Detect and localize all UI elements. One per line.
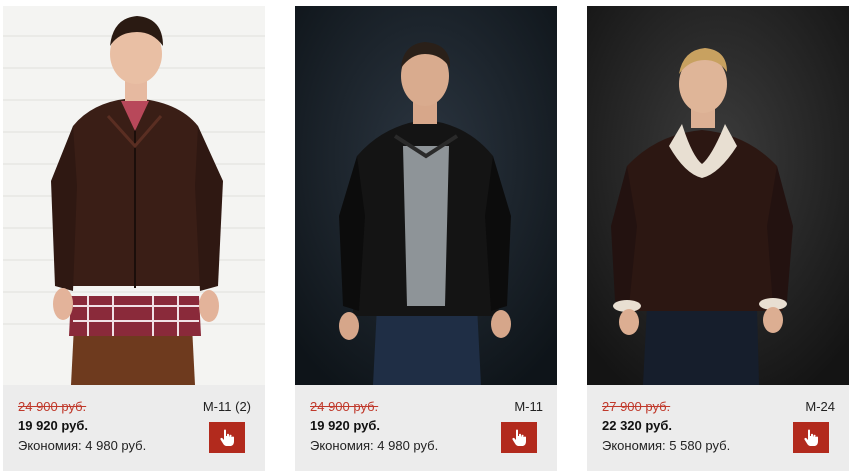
- buy-button[interactable]: [209, 422, 245, 453]
- hand-pointer-icon: [804, 429, 819, 446]
- product-sku: M-11 (2): [202, 399, 251, 414]
- product-photo[interactable]: [587, 6, 849, 385]
- savings-text: Экономия: 5 580 руб.: [602, 438, 731, 453]
- new-price: 22 320 руб.: [602, 418, 673, 433]
- product-info: 24 900 руб. M-11 (2) 19 920 руб. Экономи…: [3, 385, 265, 471]
- new-price: 19 920 руб.: [18, 418, 89, 433]
- hand-pointer-icon: [512, 429, 527, 446]
- product-sku: M-11: [514, 399, 543, 414]
- product-card: 24 900 руб. M-11 (2) 19 920 руб. Экономи…: [3, 6, 265, 471]
- savings-text: Экономия: 4 980 руб.: [18, 438, 147, 453]
- old-price: 24 900 руб.: [18, 399, 87, 414]
- product-card: 27 900 руб. M-24 22 320 руб. Экономия: 5…: [587, 6, 849, 471]
- product-info: 24 900 руб. M-11 19 920 руб. Экономия: 4…: [295, 385, 557, 471]
- buy-button[interactable]: [793, 422, 829, 453]
- product-info: 27 900 руб. M-24 22 320 руб. Экономия: 5…: [587, 385, 849, 471]
- product-card: 24 900 руб. M-11 19 920 руб. Экономия: 4…: [295, 6, 557, 471]
- old-price: 24 900 руб.: [310, 399, 379, 414]
- product-photo[interactable]: [3, 6, 265, 385]
- product-sku: M-24: [805, 399, 835, 414]
- savings-text: Экономия: 4 980 руб.: [310, 438, 439, 453]
- buy-button[interactable]: [501, 422, 537, 453]
- old-price: 27 900 руб.: [602, 399, 671, 414]
- hand-pointer-icon: [220, 429, 235, 446]
- new-price: 19 920 руб.: [310, 418, 381, 433]
- product-photo[interactable]: [295, 6, 557, 385]
